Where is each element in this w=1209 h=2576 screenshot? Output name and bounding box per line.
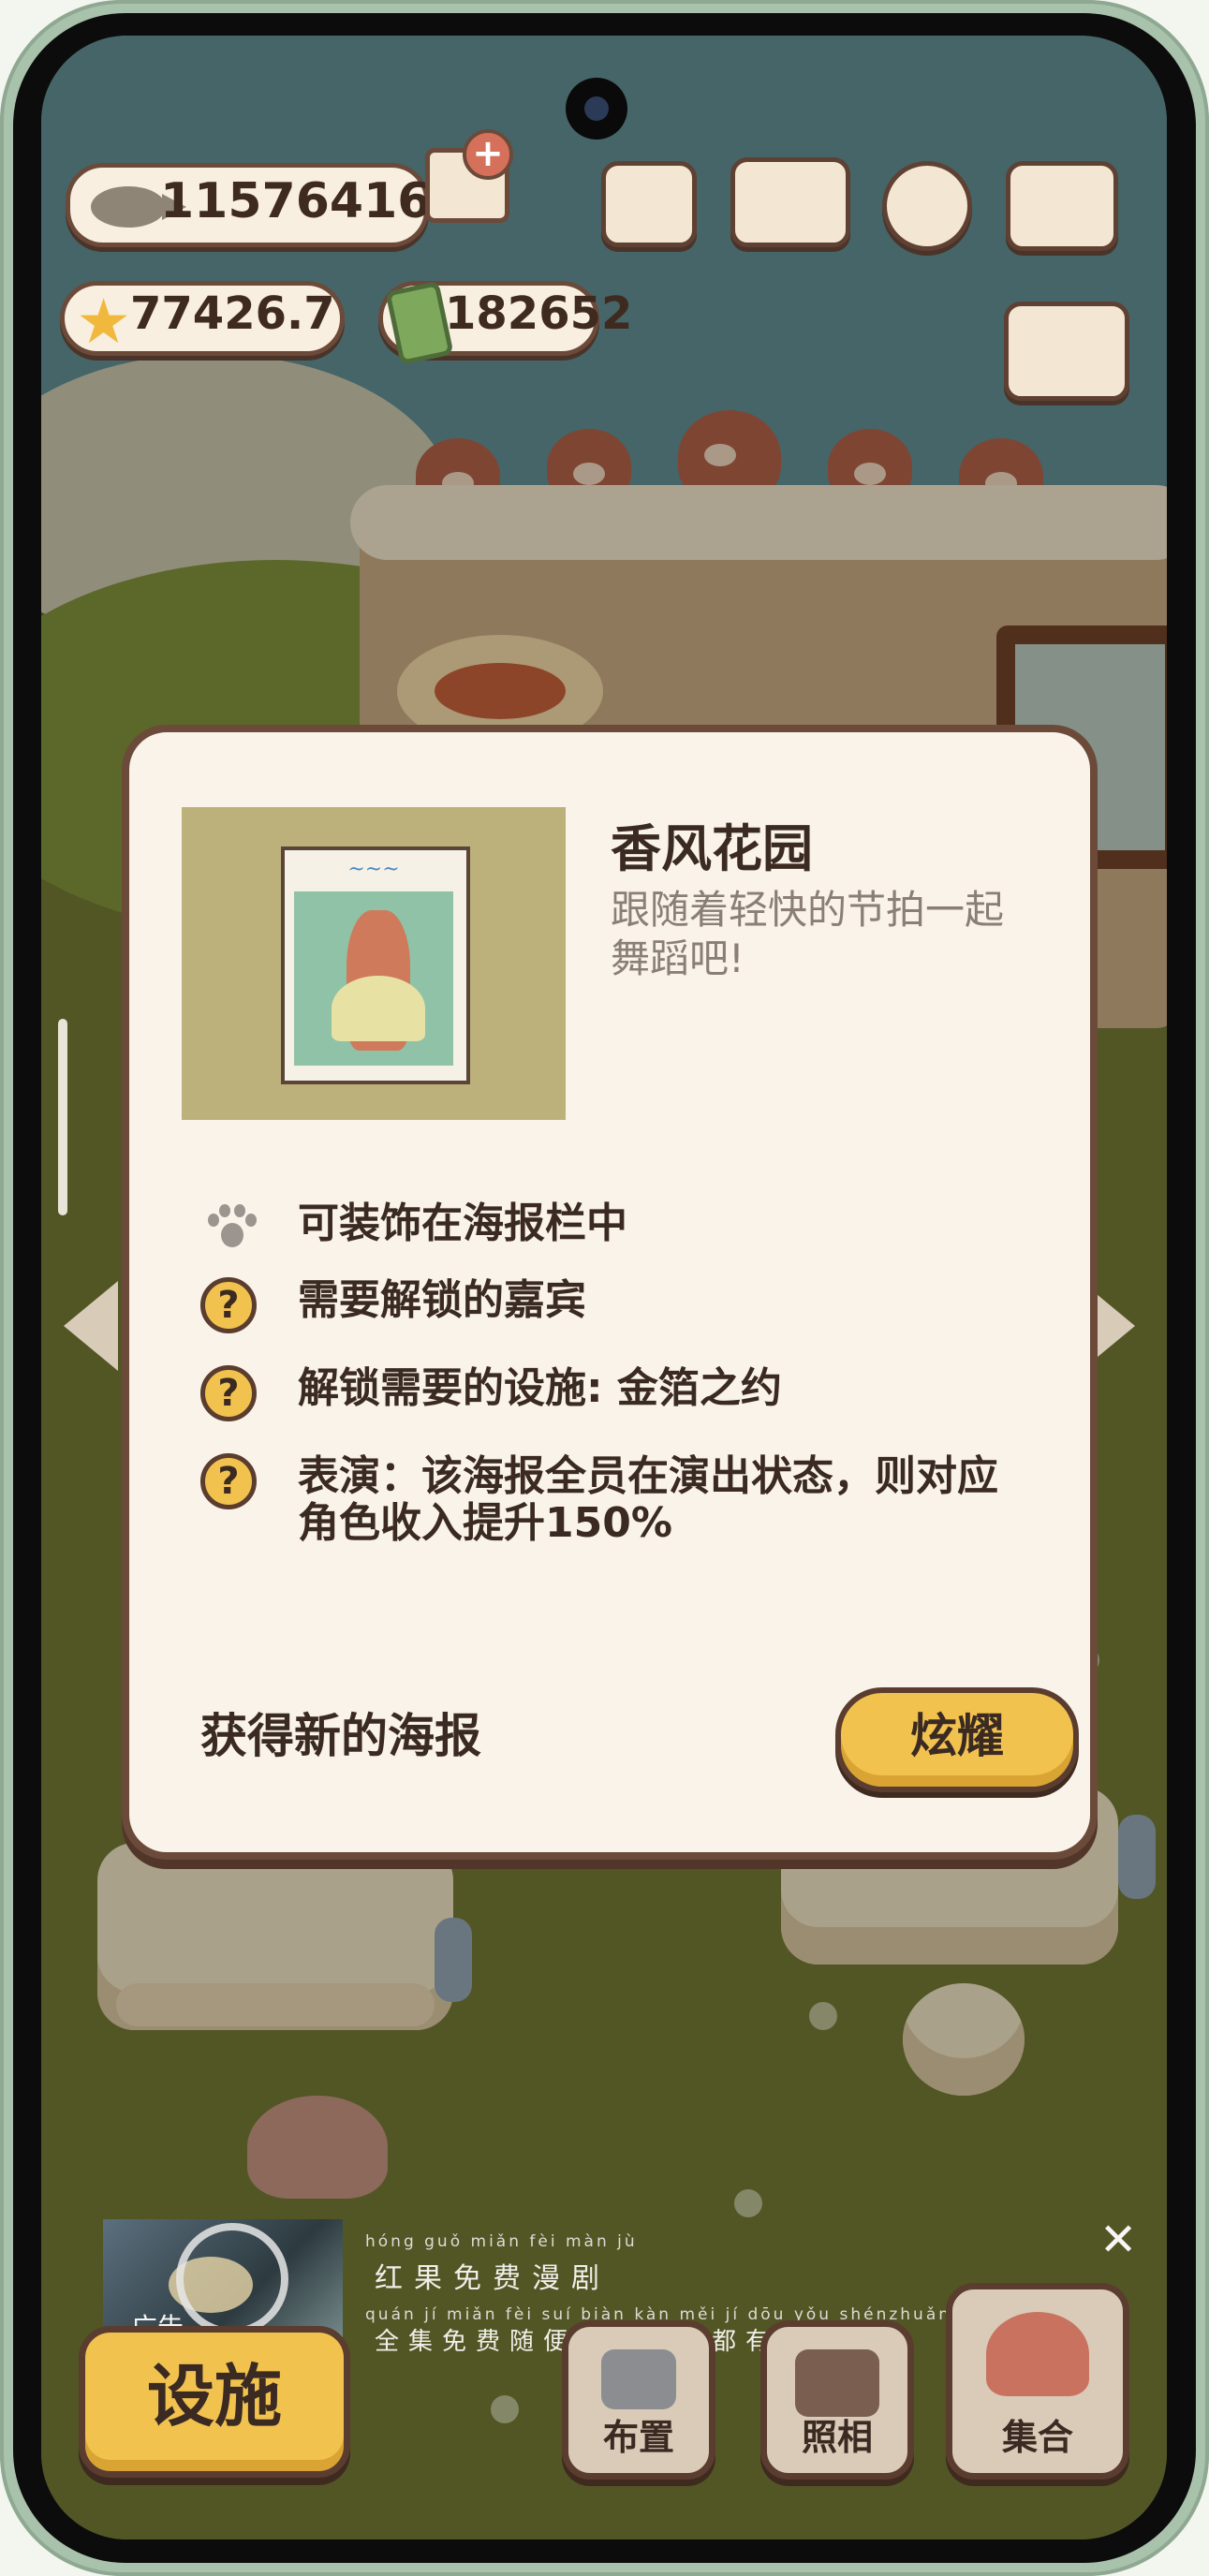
paw-icon [204, 1202, 257, 1255]
fish-icon [91, 186, 186, 228]
sort-toggle-icon[interactable] [1004, 302, 1129, 401]
dancer-dress [332, 976, 425, 1041]
fish-count: 11576416 [160, 173, 432, 229]
front-camera [566, 78, 627, 140]
prev-arrow-icon[interactable] [64, 1281, 118, 1371]
facilities-button[interactable]: 设施 [79, 2326, 350, 2478]
feature-text: 表演：该海报全员在演出状态，则对应角色收入提升150% [298, 1452, 998, 1547]
ad-line1-pinyin: hóng guǒ miǎn fèi màn jù [365, 2232, 638, 2251]
poster-script-decoration: ~~~ [347, 858, 400, 881]
ad-close-icon[interactable]: ✕ [1099, 2217, 1137, 2262]
layout-button[interactable]: 布置 [562, 2320, 715, 2480]
new-poster-dialog: ~~~ 香风花园 跟随着轻快的节拍一起舞蹈吧! 可装饰在海报栏中 ? 需要解锁的… [122, 725, 1098, 1860]
paint-roller-icon [601, 2349, 676, 2409]
album-book-icon[interactable] [730, 157, 850, 247]
question-icon[interactable]: ? [200, 1277, 257, 1333]
poster-title: 香风花园 [611, 819, 813, 878]
add-currency-icon[interactable]: + [463, 129, 513, 180]
game-screen: 11576416 + ★ 77426.7 182652 ~~~ 香风花园 跟随着… [41, 36, 1167, 2539]
battery-value: 182652 [445, 287, 633, 340]
map-icon[interactable] [1006, 161, 1118, 251]
question-icon[interactable]: ? [200, 1365, 257, 1421]
settings-gear-icon[interactable] [882, 161, 972, 251]
battery-currency-pill: 182652 [378, 280, 632, 366]
facilities-label: 设施 [146, 2357, 282, 2436]
star-currency-pill: ★ 77426.7 [60, 281, 345, 356]
side-drawer-handle[interactable] [58, 1019, 67, 1215]
ad-loading-ring [176, 2223, 288, 2335]
poster-thumbnail: ~~~ [182, 807, 566, 1120]
ad-line1: 红果免费漫剧 [375, 2262, 611, 2295]
poster-card: ~~~ [281, 846, 470, 1084]
whistle-icon [986, 2312, 1089, 2396]
photo-label: 照相 [801, 2417, 873, 2458]
gather-button[interactable]: 集合 [946, 2283, 1129, 2480]
camera-icon [795, 2349, 879, 2417]
fish-currency-pill: 11576416 [66, 163, 432, 247]
star-icon: ★ [76, 286, 132, 358]
photo-button[interactable]: 照相 [760, 2320, 914, 2480]
new-poster-label: 获得新的海报 [200, 1709, 481, 1763]
feature-text: 可装饰在海报栏中 [298, 1200, 627, 1247]
poster-subtitle: 跟随着轻快的节拍一起舞蹈吧! [611, 887, 1005, 981]
gather-label: 集合 [1001, 2417, 1073, 2458]
question-icon[interactable]: ? [200, 1453, 257, 1509]
star-value: 77426.7 [130, 287, 335, 340]
poster-illustration [294, 891, 453, 1066]
layout-label: 布置 [602, 2417, 674, 2458]
feature-text: 需要解锁的嘉宾 [298, 1276, 586, 1324]
feature-text: 解锁需要的设施: 金箔之约 [298, 1364, 782, 1412]
newspaper-icon[interactable] [601, 161, 697, 247]
flaunt-button[interactable]: 炫耀 [835, 1687, 1079, 1792]
